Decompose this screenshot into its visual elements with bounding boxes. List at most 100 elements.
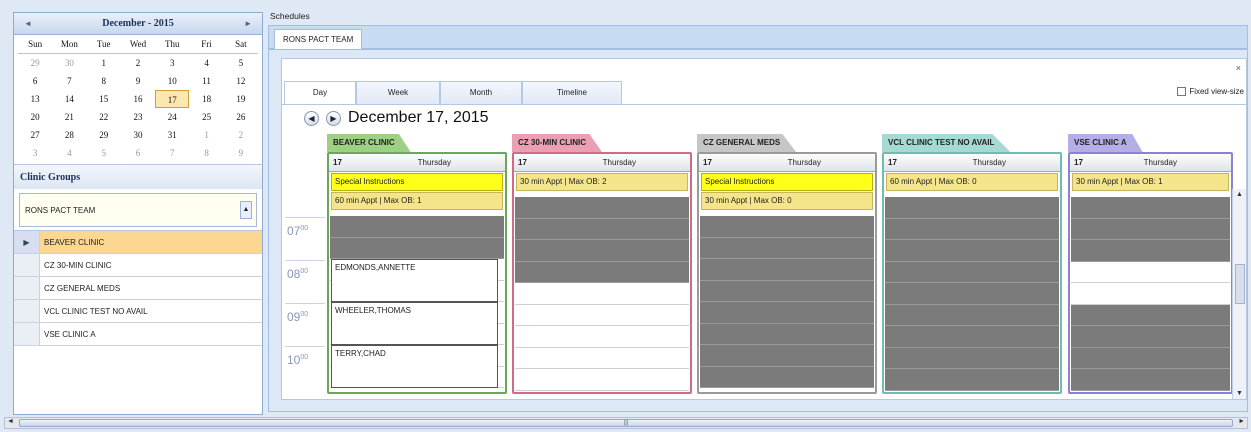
clinic-tab[interactable]: BEAVER CLINIC (327, 134, 411, 152)
clinic-list-item[interactable]: VCL CLINIC TEST NO AVAIL (14, 300, 262, 323)
clinic-list-item[interactable]: CZ 30-MIN CLINIC (14, 254, 262, 277)
tab-timeline[interactable]: Timeline (522, 81, 622, 105)
tab-day[interactable]: Day (284, 81, 356, 105)
calendar-day-selected[interactable]: 17 (155, 90, 190, 108)
calendar-day[interactable]: 11 (189, 72, 223, 90)
calendar-day[interactable]: 22 (87, 108, 121, 126)
calendar-day[interactable]: 8 (189, 144, 223, 162)
calendar-day[interactable]: 7 (155, 144, 189, 162)
vertical-scrollbar[interactable]: ▲ ▼ (1232, 189, 1246, 399)
calendar-day[interactable]: 3 (18, 144, 52, 162)
calendar-day[interactable]: 30 (52, 54, 86, 72)
dow-label: Sat (223, 35, 258, 54)
calendar-day[interactable]: 29 (18, 54, 52, 72)
calendar-day[interactable]: 31 (155, 126, 189, 144)
tab-month[interactable]: Month (440, 81, 522, 105)
calendar-day[interactable]: 9 (224, 144, 258, 162)
time-slot[interactable] (515, 326, 689, 348)
appointment[interactable]: TERRY,CHAD (331, 345, 498, 388)
calendar-day[interactable]: 30 (121, 126, 155, 144)
special-instructions[interactable]: Special Instructions (701, 173, 873, 191)
fixed-view-checkbox[interactable] (1177, 87, 1187, 96)
scroll-right-icon[interactable]: ► (1238, 418, 1245, 425)
tab-rons-pact-team[interactable]: RONS PACT TEAM (274, 29, 363, 50)
scroll-thumb[interactable] (1235, 264, 1245, 304)
calendar-day[interactable]: 6 (121, 144, 155, 162)
hour-text: 10 (287, 353, 301, 367)
time-slot[interactable] (515, 369, 689, 391)
calendar-day[interactable]: 2 (224, 126, 258, 144)
scroll-down-icon[interactable]: ▼ (1236, 390, 1243, 397)
clinic-tab[interactable]: CZ GENERAL MEDS (697, 134, 797, 152)
next-month-icon[interactable]: ► (244, 19, 252, 28)
time-slot[interactable] (1071, 261, 1230, 283)
schedules-label: Schedules (270, 11, 310, 21)
time-slot[interactable] (515, 304, 689, 326)
special-instructions[interactable]: Special Instructions (331, 173, 503, 191)
calendar-day[interactable]: 27 (18, 126, 52, 144)
clinic-tab[interactable]: CZ 30-MIN CLINIC (512, 134, 602, 152)
scroll-thumb[interactable]: ||| (19, 419, 1233, 427)
previous-day-button[interactable]: ◀ (304, 111, 319, 126)
time-slot[interactable] (515, 347, 689, 369)
minute-text: 00 (300, 354, 309, 361)
scroll-left-icon[interactable]: ◄ (7, 418, 14, 425)
calendar-day[interactable]: 1 (189, 126, 223, 144)
scroll-up-icon[interactable]: ▲ (1236, 191, 1243, 198)
calendar-day[interactable]: 25 (189, 108, 223, 126)
clinic-list-label: CZ GENERAL MEDS (44, 284, 121, 293)
unavailable-slot (885, 369, 1059, 391)
calendar-day[interactable]: 3 (155, 54, 189, 72)
tab-week[interactable]: Week (356, 81, 440, 105)
calendar-day[interactable]: 29 (87, 126, 121, 144)
calendar-day[interactable]: 1 (87, 54, 121, 72)
calendar-day[interactable]: 13 (18, 90, 52, 108)
scroll-up-icon[interactable]: ▲ (240, 201, 252, 219)
calendar-day[interactable]: 20 (18, 108, 52, 126)
unavailable-slot (515, 197, 689, 219)
time-slot[interactable] (1071, 283, 1230, 305)
calendar-day[interactable]: 28 (52, 126, 86, 144)
unavailable-slot (1071, 197, 1230, 219)
clinic-tab[interactable]: VCL CLINIC TEST NO AVAIL (882, 134, 1011, 152)
next-day-button[interactable]: ▶ (326, 111, 341, 126)
appointment[interactable]: WHEELER,THOMAS (331, 302, 498, 345)
clinic-groups-header: Clinic Groups (14, 164, 262, 189)
calendar-day[interactable]: 15 (87, 90, 121, 108)
calendar-day[interactable]: 5 (87, 144, 121, 162)
clinic-list-item[interactable]: ▶ BEAVER CLINIC (14, 231, 262, 254)
calendar-day[interactable]: 24 (155, 108, 189, 126)
calendar-day[interactable]: 26 (224, 108, 258, 126)
appointment[interactable]: EDMONDS,ANNETTE (331, 259, 498, 302)
calendar-day[interactable]: 6 (18, 72, 52, 90)
calendar-day[interactable]: 5 (224, 54, 258, 72)
arrow-left-icon: ◀ (308, 114, 315, 123)
calendar-day[interactable]: 18 (189, 90, 223, 108)
dow-label: Sun (18, 35, 53, 54)
clinic-tab[interactable]: VSE CLINIC A (1068, 134, 1143, 152)
close-icon[interactable]: × (1236, 63, 1241, 73)
clinic-list-item[interactable]: VSE CLINIC A (14, 323, 262, 346)
calendar-day[interactable]: 4 (189, 54, 223, 72)
calendar-day[interactable]: 7 (52, 72, 86, 90)
horizontal-scrollbar[interactable]: ◄ ||| ► (4, 417, 1248, 429)
time-slot[interactable] (515, 283, 689, 305)
calendar-day[interactable]: 12 (224, 72, 258, 90)
unavailable-slot (885, 304, 1059, 326)
calendar-day[interactable]: 2 (121, 54, 155, 72)
prev-month-icon[interactable]: ◄ (24, 19, 32, 28)
calendar-day[interactable]: 23 (121, 108, 155, 126)
calendar-day[interactable]: 14 (52, 90, 86, 108)
clinic-column-vcl: VCL CLINIC TEST NO AVAIL 17 Thursday 60 … (882, 134, 1062, 394)
clinic-group-select[interactable]: RONS PACT TEAM ▲ (19, 193, 257, 227)
calendar-day[interactable]: 9 (121, 72, 155, 90)
calendar-day[interactable]: 10 (155, 72, 189, 90)
calendar-day[interactable]: 16 (121, 90, 155, 108)
fixed-view-size-toggle[interactable]: Fixed view-size (1177, 87, 1244, 96)
calendar-day[interactable]: 8 (87, 72, 121, 90)
calendar-day[interactable]: 19 (224, 90, 258, 108)
clinic-list-item[interactable]: CZ GENERAL MEDS (14, 277, 262, 300)
calendar-day[interactable]: 21 (52, 108, 86, 126)
arrow-right-icon: ▶ (330, 114, 337, 123)
calendar-day[interactable]: 4 (52, 144, 86, 162)
